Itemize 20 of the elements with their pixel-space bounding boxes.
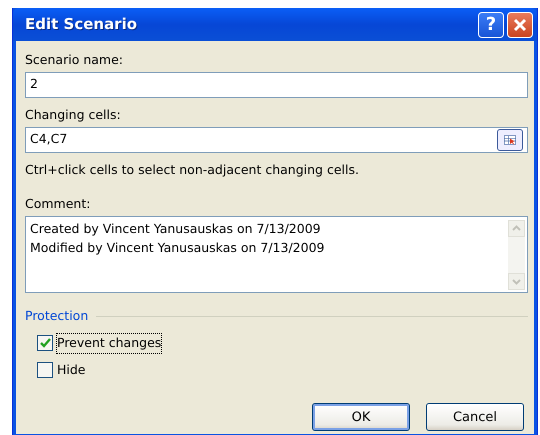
field-label: Scenario name:: [25, 51, 124, 69]
window-title: Edit Scenario: [25, 14, 138, 36]
hint-text: Ctrl+click cells to select non-adjacent changing cells.: [25, 160, 360, 179]
grid-icon: [504, 132, 516, 146]
help-button[interactable]: ?: [478, 12, 504, 38]
checkbox-label[interactable]: Hide: [57, 360, 86, 380]
checkbox[interactable]: [37, 362, 53, 378]
checkbox[interactable]: [37, 335, 53, 352]
field-label: Changing cells:: [25, 106, 122, 124]
dialog-button[interactable]: Cancel: [426, 403, 524, 432]
field-label: Comment:: [25, 195, 92, 214]
checkbox-label[interactable]: Prevent changes: [57, 334, 162, 352]
dialog-button[interactable]: OK: [312, 403, 410, 432]
changing-cells-field[interactable]: C4,C7: [25, 126, 528, 152]
range-select-button[interactable]: [497, 128, 523, 150]
close-icon: [513, 18, 527, 32]
scenario-name-field[interactable]: 2: [25, 72, 528, 98]
close-button[interactable]: [507, 12, 533, 38]
group-title: Protection: [25, 307, 88, 325]
comment-field[interactable]: Created by Vincent Yanusauskas on 7/13/2009 Modified by Vincent Yanusauskas on 7/13/2009: [25, 216, 528, 293]
